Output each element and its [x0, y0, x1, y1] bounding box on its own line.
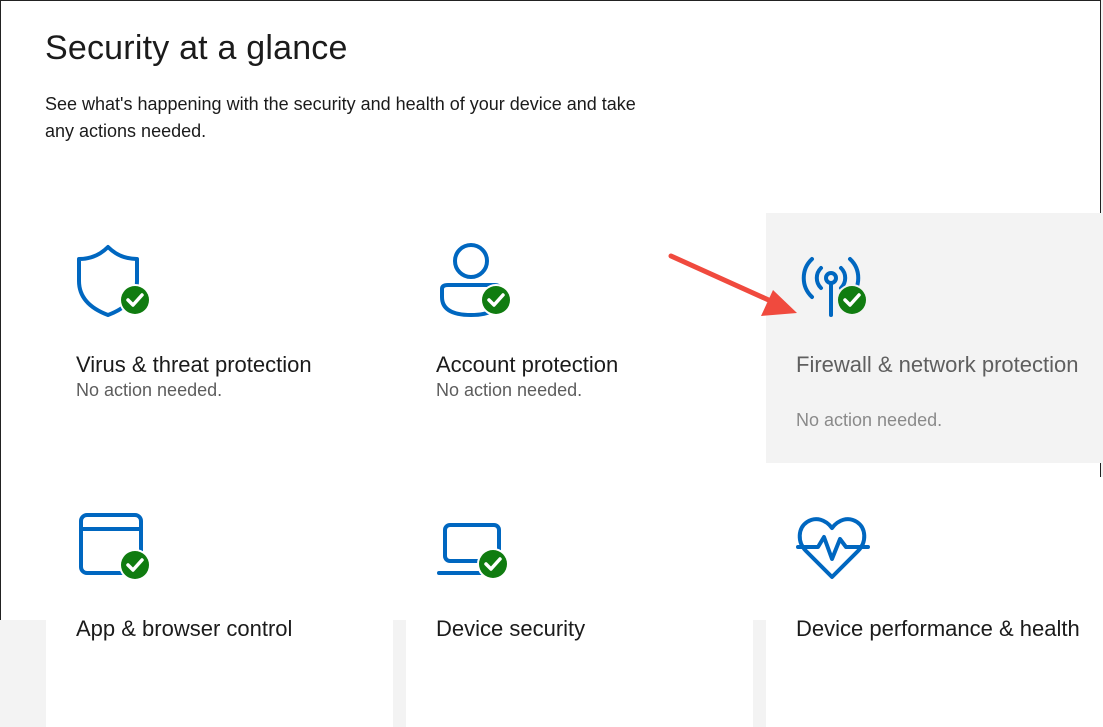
app-window-icon	[76, 507, 156, 587]
tile-app-browser-control[interactable]: App & browser control	[46, 477, 393, 727]
tile-status: No action needed.	[796, 410, 943, 430]
heart-pulse-icon	[796, 507, 876, 587]
tile-title: Device security	[436, 616, 586, 641]
tile-device-performance-health[interactable]: Device performance & health	[766, 477, 1103, 727]
annotation-arrow	[668, 253, 797, 316]
tile-title: Virus & threat protection	[76, 352, 312, 377]
person-icon	[436, 243, 516, 323]
tile-status: No action needed.	[76, 380, 223, 400]
tile-virus-threat-protection[interactable]: Virus & threat protection No action need…	[46, 213, 393, 463]
page-title: Security at a glance	[45, 29, 348, 67]
shield-icon	[76, 243, 156, 323]
tile-firewall-network-protection[interactable]: Firewall & network protection No action …	[766, 213, 1103, 463]
laptop-icon	[436, 507, 516, 587]
tile-title: Firewall & network protection	[796, 352, 1079, 377]
page-description: See what's happening with the security a…	[45, 94, 636, 141]
tile-status: No action needed.	[436, 380, 583, 400]
antenna-icon	[796, 243, 876, 323]
security-at-a-glance-page: Security at a glance See what's happenin…	[0, 0, 1103, 727]
tile-title: Account protection	[436, 352, 619, 377]
tile-title: App & browser control	[76, 616, 293, 641]
tile-device-security[interactable]: Device security	[406, 477, 753, 727]
tile-title: Device performance & health	[796, 616, 1080, 641]
